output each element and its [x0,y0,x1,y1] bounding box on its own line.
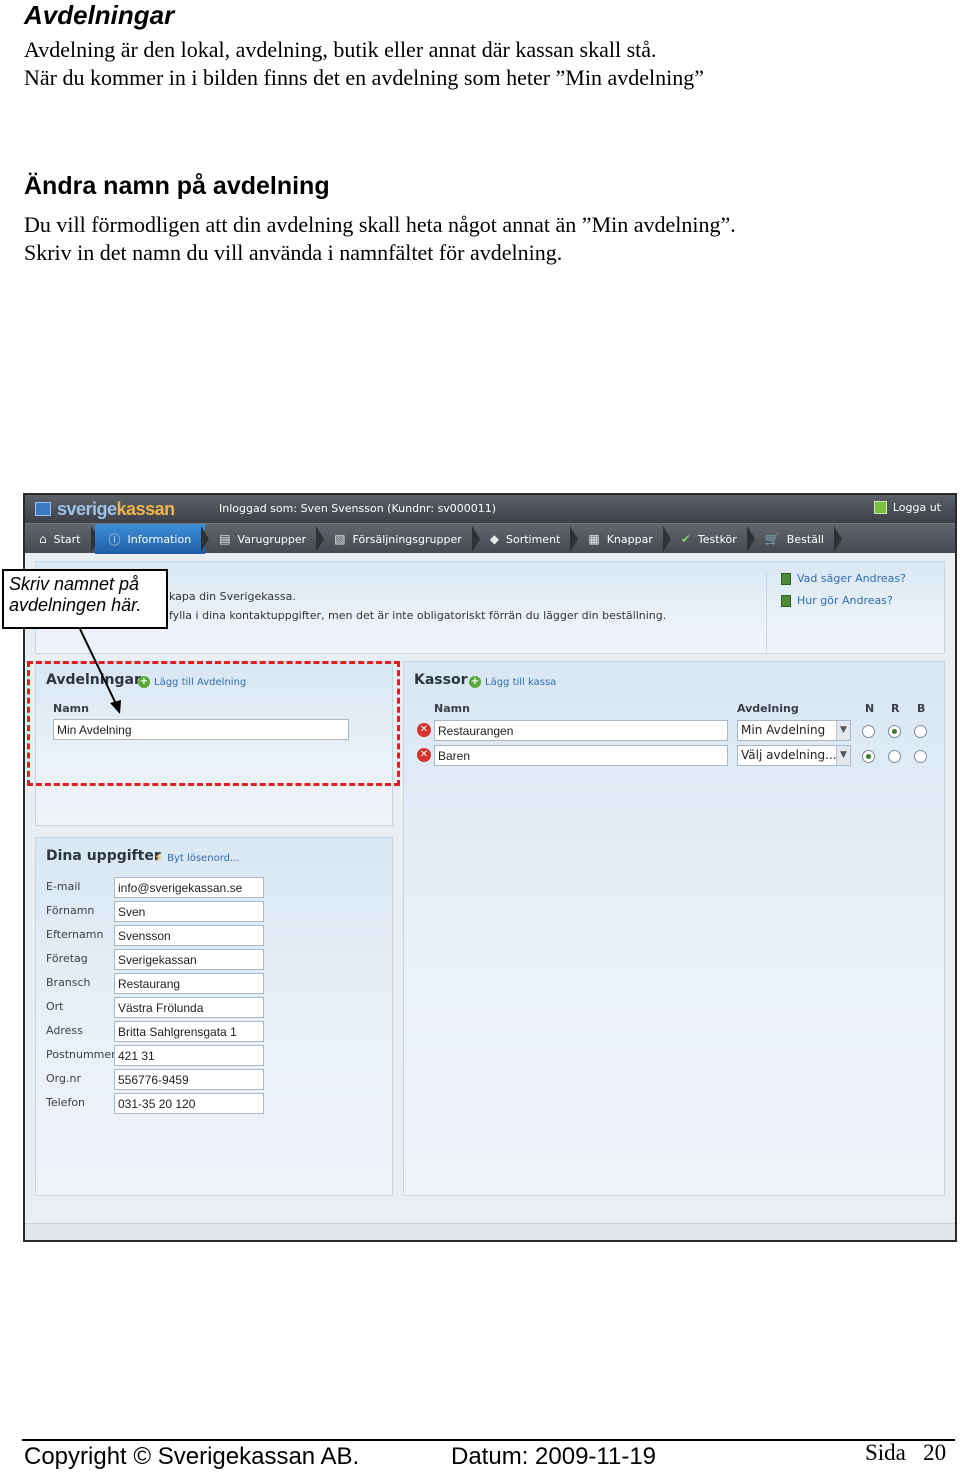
callout-line-2: avdelningen här. [9,595,142,615]
nav-forsaljningsgrupper[interactable]: ▧ Försäljningsgrupper [320,524,480,554]
kassa-radio-n[interactable] [862,725,875,738]
postcode-label: Postnummer [46,1048,116,1061]
nav-knappar[interactable]: ▦ Knappar [574,524,671,554]
film-icon [781,572,791,585]
highlight-box [27,661,400,786]
kassa-radio-b[interactable] [914,725,927,738]
app-topbar: sverigekassan Inloggad som: Sven Svensso… [25,495,955,523]
orgnr-field[interactable] [114,1069,264,1090]
footer-page-number: Sida 20 [865,1440,947,1465]
delete-kassa-icon[interactable]: ✕ [417,748,431,762]
industry-label: Bransch [46,976,91,989]
kassa-b-header: B [917,702,926,715]
app-bottom-strip [25,1223,955,1240]
chevron-down-icon: ▼ [836,746,850,765]
intro-line-2: När du kommer in i bilden finns det en a… [24,65,705,90]
info-icon: ⓘ [108,532,121,547]
orgnr-label: Org.nr [46,1072,81,1085]
change-password-link[interactable]: ⚡ Byt lösenord... [154,851,240,866]
kassa-dept-select[interactable]: Välj avdelning... ▼ [737,745,851,766]
firstname-field[interactable] [114,901,264,922]
kassa-n-header: N [865,702,875,715]
chevron-down-icon: ▼ [836,721,850,740]
app-logo: sverigekassan [35,499,175,520]
nav-sortiment[interactable]: ◆ Sortiment [476,524,578,554]
kassor-title: Kassor [414,672,468,688]
nav-varugrupper[interactable]: ▤ Varugrupper [205,524,325,554]
lastname-field[interactable] [114,925,264,946]
kassa-name-header: Namn [434,702,470,715]
kassa-radio-b[interactable] [914,750,927,763]
section-line-2: Skriv in det namn du vill använda i namn… [24,240,563,265]
address-label: Adress [46,1024,83,1037]
company-field[interactable] [114,949,264,970]
folder-icon: ▤ [219,532,231,546]
folders-icon: ▧ [334,532,346,546]
kassa-dept-select[interactable]: Min Avdelning ▼ [737,720,851,741]
email-field[interactable] [114,877,264,898]
logo-icon [35,502,51,516]
intro-line-1: Avdelning är den lokal, avdelning, butik… [24,37,657,62]
kassa-r-header: R [891,702,900,715]
kassa-radio-r[interactable] [888,750,901,763]
grid-icon: ▦ [588,532,600,546]
logout-icon [873,501,887,514]
user-details-title: Dina uppgifter [46,848,161,864]
address-field[interactable] [114,1021,264,1042]
firstname-label: Förnamn [46,904,95,917]
plus-icon: + [469,676,481,688]
city-field[interactable] [114,997,264,1018]
nav-start[interactable]: ⌂ Start [25,524,98,554]
login-info: Inloggad som: Sven Svensson (Kundnr: sv0… [219,502,497,515]
kassa-name-input[interactable] [434,720,728,741]
city-label: Ort [46,1000,64,1013]
cart-icon: 🛒 [764,532,780,546]
box-icon: ◆ [489,532,499,546]
lastname-label: Efternamn [46,928,104,941]
phone-label: Telefon [46,1096,86,1109]
delete-kassa-icon[interactable]: ✕ [417,723,431,737]
logout-link[interactable]: Logga ut [873,501,941,514]
kassa-radio-n[interactable] [862,750,875,763]
footer-copyright: Copyright © Sverigekassan AB. [24,1443,360,1470]
info-text-1: kapa din Sverigekassa. [169,590,296,603]
nav-information[interactable]: ⓘ Information [94,524,209,554]
add-kassa-link[interactable]: + Lägg till kassa [469,676,556,688]
phone-field[interactable] [114,1093,264,1114]
help-link-vad[interactable]: Vad säger Andreas? [781,572,946,585]
kassa-dept-header: Avdelning [737,702,799,715]
film-icon [781,594,791,607]
callout-box: Skriv namnet på avdelningen här. [2,569,168,629]
info-text-2: fylla i dina kontaktuppgifter, men det ä… [169,609,667,622]
footer-date: Datum: 2009-11-19 [451,1443,657,1470]
footer-rule [22,1439,955,1441]
section-title: Ändra namn på avdelning [24,172,330,200]
nav-testkor[interactable]: ✔ Testkör [667,524,755,554]
kassor-panel: Kassor + Lägg till kassa Namn Avdelning N… [403,661,945,1196]
info-panel: kapa din Sverigekassa. fylla i dina kont… [35,561,945,654]
industry-field[interactable] [114,973,264,994]
kassa-radio-r[interactable] [888,725,901,738]
postcode-field[interactable] [114,1045,264,1066]
company-label: Företag [46,952,88,965]
kassa-name-input[interactable] [434,745,728,766]
email-label: E-mail [46,880,81,893]
user-details-panel: Dina uppgifter ⚡Byt lösenord... E-mail F… [35,837,393,1196]
main-nav: ⌂ Start ⓘ Information ▤ Varugrupper ▧ Försäl… [25,523,955,554]
callout-line-1: Skriv namnet på [9,574,140,594]
check-icon: ✔ [680,532,691,546]
lightning-icon: ⚡ [154,851,164,866]
section-line-1: Du vill förmodligen att din avdelning sk… [24,212,736,237]
help-links: Vad säger Andreas? Hur gör Andreas? [766,572,946,652]
nav-bestall[interactable]: 🛒 Beställ [751,524,843,554]
home-icon: ⌂ [39,532,47,546]
help-link-hur[interactable]: Hur gör Andreas? [781,594,946,607]
document-title: Avdelningar [24,0,175,30]
